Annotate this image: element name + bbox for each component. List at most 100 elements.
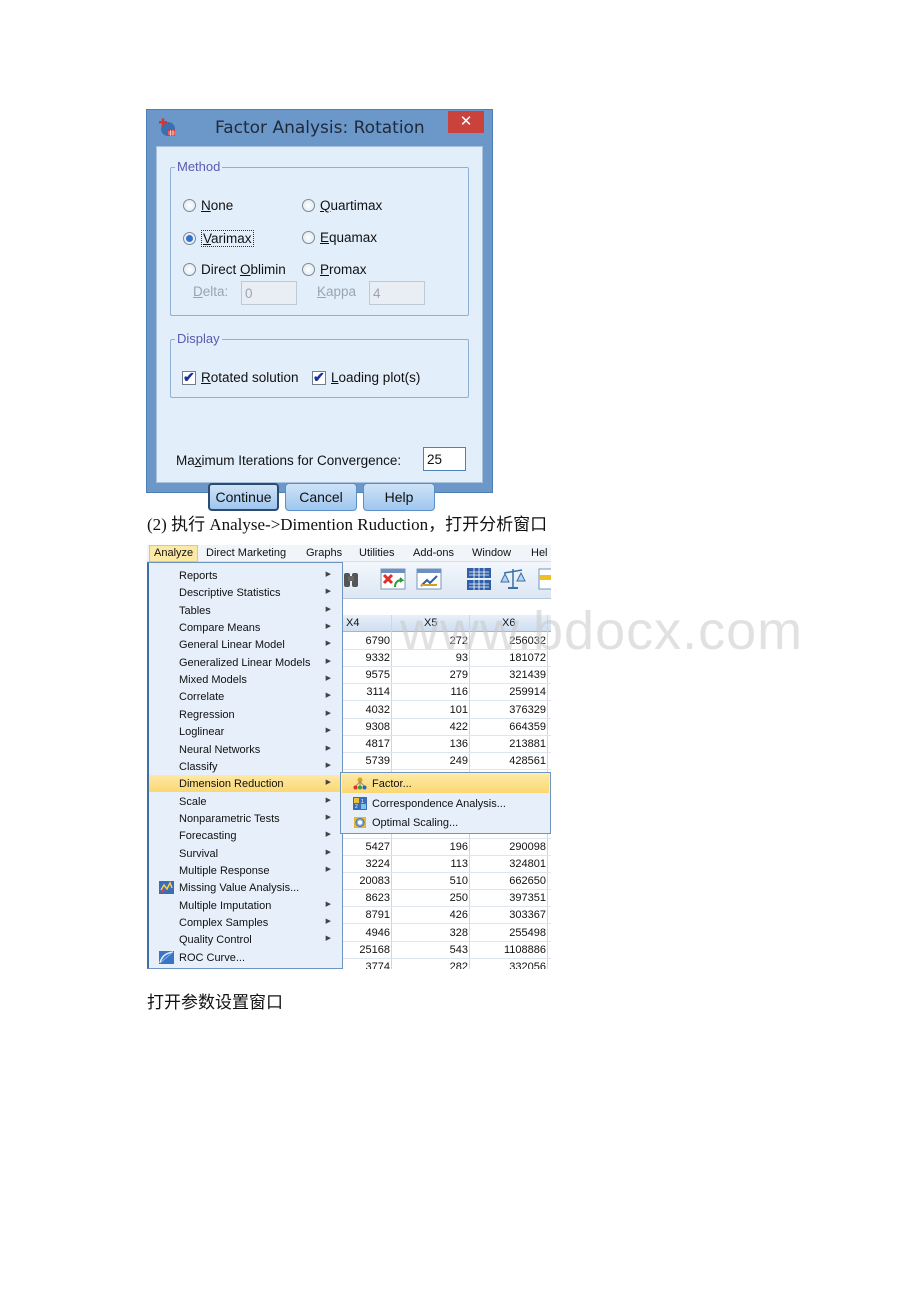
radio-none[interactable]: None [183, 198, 233, 213]
menu-item-regression[interactable]: Regression ▶ [149, 706, 343, 723]
table-cell[interactable]: 282 [450, 961, 468, 969]
menu-item-general-linear-model[interactable]: General Linear Model ▶ [149, 636, 343, 653]
menu-item-classify[interactable]: Classify ▶ [149, 758, 343, 775]
table-cell[interactable]: 4817 [366, 738, 390, 750]
cancel-button[interactable]: Cancel [285, 483, 357, 511]
table-cell[interactable]: 9308 [366, 721, 390, 733]
table-cell[interactable]: 324801 [509, 858, 546, 870]
menu-item-neural-networks[interactable]: Neural Networks ▶ [149, 741, 343, 758]
menu-item-correlate[interactable]: Correlate ▶ [149, 688, 343, 705]
menu-item-roc-curve[interactable]: ROC Curve... [149, 949, 343, 966]
help-button[interactable]: Help [363, 483, 435, 511]
menubar-hel[interactable]: Hel [531, 547, 548, 559]
table-cell[interactable]: 6790 [366, 635, 390, 647]
table-cell[interactable]: 422 [450, 721, 468, 733]
table-cell[interactable]: 3114 [366, 686, 390, 698]
close-button[interactable]: ✕ [448, 111, 484, 133]
table-cell[interactable]: 25168 [359, 944, 390, 956]
table-cell[interactable]: 101 [450, 704, 468, 716]
submenu-item-correspondence-analysis[interactable]: 1 2 Correspondence Analysis... [342, 794, 549, 813]
table-cell[interactable]: 662650 [509, 875, 546, 887]
menubar-window[interactable]: Window [472, 547, 511, 559]
menu-item-complex-samples[interactable]: Complex Samples ▶ [149, 914, 343, 931]
dialog-title-bar[interactable]: Factor Analysis: Rotation ✕ [147, 110, 492, 146]
table-cell[interactable]: 328 [450, 927, 468, 939]
table-cell[interactable]: 428561 [509, 755, 546, 767]
menu-item-nonparametric-tests[interactable]: Nonparametric Tests ▶ [149, 810, 343, 827]
split-file-icon[interactable] [466, 567, 492, 591]
table-cell[interactable]: 290098 [509, 841, 546, 853]
weight-cases-icon[interactable] [500, 567, 526, 591]
table-cell[interactable]: 4946 [366, 927, 390, 939]
continue-button[interactable]: Continue [208, 483, 279, 511]
menubar-analyze[interactable]: Analyze [149, 545, 199, 562]
find-icon[interactable] [342, 567, 362, 591]
table-cell[interactable]: 1108886 [504, 944, 546, 956]
table-cell[interactable]: 664359 [509, 721, 546, 733]
table-cell[interactable]: 259914 [509, 686, 546, 698]
table-cell[interactable]: 9332 [366, 652, 390, 664]
table-cell[interactable]: 279 [450, 669, 468, 681]
column-header-x4[interactable]: X4 [346, 617, 359, 629]
select-cases-icon[interactable] [538, 567, 551, 591]
menu-item-scale[interactable]: Scale ▶ [149, 793, 343, 810]
table-cell[interactable]: 332056 [509, 961, 546, 969]
menu-item-loglinear[interactable]: Loglinear ▶ [149, 723, 343, 740]
menu-item-mixed-models[interactable]: Mixed Models ▶ [149, 671, 343, 688]
table-cell[interactable]: 5427 [366, 841, 390, 853]
submenu-item-factor[interactable]: Factor... [342, 774, 549, 793]
menu-item-dimension-reduction[interactable]: Dimension Reduction ▶ [149, 775, 343, 793]
table-cell[interactable]: 321439 [509, 669, 546, 681]
menu-item-multiple-response[interactable]: Multiple Response ▶ [149, 862, 343, 879]
menu-item-generalized-linear-models[interactable]: Generalized Linear Models ▶ [149, 654, 343, 671]
table-cell[interactable]: 9575 [366, 669, 390, 681]
table-cell[interactable]: 376329 [509, 704, 546, 716]
table-cell[interactable]: 5739 [366, 755, 390, 767]
menubar-add-ons[interactable]: Add-ons [413, 547, 454, 559]
table-cell[interactable]: 543 [450, 944, 468, 956]
menu-item-descriptive-statistics[interactable]: Descriptive Statistics ▶ [149, 584, 343, 601]
menu-item-compare-means[interactable]: Compare Means ▶ [149, 619, 343, 636]
delete-cases-icon[interactable] [380, 567, 406, 591]
table-cell[interactable]: 136 [450, 738, 468, 750]
menu-item-missing-value-analysis[interactable]: Missing Value Analysis... [149, 879, 343, 896]
table-cell[interactable]: 20083 [359, 875, 390, 887]
table-cell[interactable]: 303367 [509, 909, 546, 921]
table-cell[interactable]: 397351 [509, 892, 546, 904]
menubar-graphs[interactable]: Graphs [306, 547, 342, 559]
menu-item-forecasting[interactable]: Forecasting ▶ [149, 827, 343, 844]
submenu-item-optimal-scaling[interactable]: Optimal Scaling... [342, 813, 549, 832]
table-cell[interactable]: 255498 [509, 927, 546, 939]
radio-quartimax[interactable]: Quartimax [302, 198, 382, 213]
delta-input[interactable]: 0 [241, 281, 297, 305]
table-cell[interactable]: 426 [450, 909, 468, 921]
menubar-utilities[interactable]: Utilities [359, 547, 394, 559]
menu-item-reports[interactable]: Reports ▶ [149, 567, 343, 584]
table-cell[interactable]: 510 [450, 875, 468, 887]
table-cell[interactable]: 3774 [366, 961, 390, 969]
menu-item-tables[interactable]: Tables ▶ [149, 602, 343, 619]
radio-varimax[interactable]: Varimax [183, 230, 254, 247]
radio-equamax[interactable]: Equamax [302, 230, 377, 245]
menu-item-survival[interactable]: Survival ▶ [149, 845, 343, 862]
loading-plot-checkbox[interactable]: Loading plot(s) [312, 369, 420, 386]
max-iterations-input[interactable]: 25 [423, 447, 466, 471]
table-cell[interactable]: 250 [450, 892, 468, 904]
chart-builder-icon[interactable] [416, 567, 442, 591]
menu-item-multiple-imputation[interactable]: Multiple Imputation ▶ [149, 897, 343, 914]
table-cell[interactable]: 113 [450, 858, 468, 870]
table-cell[interactable]: 8791 [366, 909, 390, 921]
table-cell[interactable]: 249 [450, 755, 468, 767]
rotated-solution-checkbox[interactable]: Rotated solution [182, 369, 299, 386]
menu-item-quality-control[interactable]: Quality Control ▶ [149, 931, 343, 948]
table-cell[interactable]: 4032 [366, 704, 390, 716]
table-cell[interactable]: 213881 [509, 738, 546, 750]
menubar-direct-marketing[interactable]: Direct Marketing [206, 547, 286, 559]
radio-promax[interactable]: Promax [302, 262, 367, 277]
table-cell[interactable]: 8623 [366, 892, 390, 904]
kappa-input[interactable]: 4 [369, 281, 425, 305]
table-cell[interactable]: 116 [450, 686, 468, 698]
table-cell[interactable]: 3224 [366, 858, 390, 870]
radio-direct-oblimin[interactable]: Direct Oblimin [183, 262, 286, 277]
table-cell[interactable]: 196 [450, 841, 468, 853]
